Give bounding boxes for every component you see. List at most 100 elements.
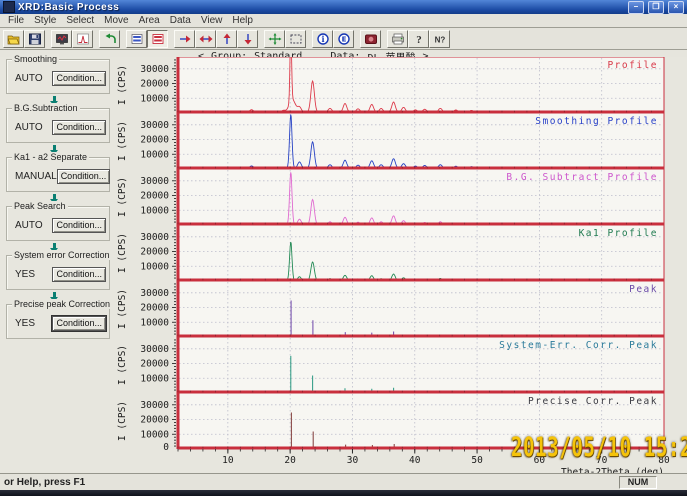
svg-text:30: 30 xyxy=(347,455,359,466)
help-icon[interactable]: ? xyxy=(408,30,429,48)
chart-panel-1: 100002000030000I (CPS)Profile xyxy=(117,57,664,113)
svg-text:20: 20 xyxy=(284,455,296,466)
svg-text:10000: 10000 xyxy=(140,317,169,328)
photo-edge-strip xyxy=(0,490,687,496)
svg-text:30000: 30000 xyxy=(140,344,169,355)
svg-text:10000: 10000 xyxy=(140,373,169,384)
toolbar-group xyxy=(360,30,381,48)
execute-icon[interactable]: E xyxy=(333,30,354,48)
svg-text:10000: 10000 xyxy=(140,261,169,272)
svg-text:20000: 20000 xyxy=(140,247,169,258)
main-area: SmoothingAUTOCondition...B.G.Subtraction… xyxy=(0,57,687,474)
svg-text:I (CPS): I (CPS) xyxy=(117,65,128,105)
svg-text:10000: 10000 xyxy=(140,93,169,104)
step-mode-value: AUTO xyxy=(15,220,43,231)
peak-profile-icon[interactable] xyxy=(72,30,93,48)
condition-button[interactable]: Condition... xyxy=(52,71,106,86)
svg-text:30000: 30000 xyxy=(140,400,169,411)
menu-item-move[interactable]: Move xyxy=(101,15,135,26)
toolbar-group: iE xyxy=(312,30,354,48)
svg-text:?: ? xyxy=(416,34,422,45)
frame-single-icon[interactable] xyxy=(126,30,147,48)
svg-text:i: i xyxy=(321,33,324,43)
arrow-right-icon[interactable] xyxy=(174,30,195,48)
app-icon xyxy=(3,1,15,13)
menu-item-file[interactable]: File xyxy=(5,15,31,26)
svg-text:50: 50 xyxy=(471,455,483,466)
svg-text:I (CPS): I (CPS) xyxy=(117,401,128,441)
menu-item-select[interactable]: Select xyxy=(63,15,101,26)
step-mode-value: YES xyxy=(15,269,35,280)
svg-text:10000: 10000 xyxy=(140,429,169,440)
svg-text:I (CPS): I (CPS) xyxy=(117,289,128,329)
arrow-down-icon[interactable] xyxy=(237,30,258,48)
panel-label-7: Precise Corr. Peak xyxy=(528,396,658,407)
condition-button[interactable]: Condition... xyxy=(52,267,106,282)
menu-bar: FileStyleSelectMoveAreaDataViewHelp xyxy=(0,14,687,28)
step-title: System error Correction xyxy=(12,250,112,260)
svg-text:I (CPS): I (CPS) xyxy=(117,121,128,161)
menu-item-area[interactable]: Area xyxy=(136,15,167,26)
context-help-icon[interactable]: N? xyxy=(429,30,450,48)
restore-button[interactable]: ❐ xyxy=(648,1,664,14)
svg-text:30000: 30000 xyxy=(140,176,169,187)
svg-text:20000: 20000 xyxy=(140,135,169,146)
print-icon[interactable] xyxy=(387,30,408,48)
arrow-up-icon[interactable] xyxy=(216,30,237,48)
process-step: Precise peak CorrectionYESCondition... xyxy=(6,304,110,339)
undo-icon[interactable] xyxy=(99,30,120,48)
chart-panel-6: 100002000030000I (CPS)System-Err. Corr. … xyxy=(117,337,664,393)
chart-area: 100002000030000I (CPS)Profile10000200003… xyxy=(112,57,672,482)
camera-timestamp-overlay: 2013/05/10 15:2 xyxy=(511,432,687,463)
zoom-rect-icon[interactable] xyxy=(285,30,306,48)
minimize-button[interactable]: – xyxy=(628,1,644,14)
step-title: Peak Search xyxy=(12,201,68,211)
condition-button[interactable]: Condition... xyxy=(52,218,106,233)
chart-panel-5: 10000 20000 30000 I (CPS) Peak xyxy=(117,281,664,337)
info-icon[interactable]: i xyxy=(312,30,333,48)
svg-text:20000: 20000 xyxy=(140,303,169,314)
svg-text:I (CPS): I (CPS) xyxy=(117,177,128,217)
svg-text:I (CPS): I (CPS) xyxy=(117,233,128,273)
status-message: or Help, press F1 xyxy=(4,477,619,488)
menu-item-help[interactable]: Help xyxy=(229,15,260,26)
pan-icon[interactable] xyxy=(264,30,285,48)
svg-text:N?: N? xyxy=(434,35,445,44)
menu-item-style[interactable]: Style xyxy=(31,15,63,26)
menu-item-view[interactable]: View xyxy=(198,15,230,26)
menu-item-data[interactable]: Data xyxy=(167,15,198,26)
close-button[interactable]: × xyxy=(668,1,684,14)
step-mode-value: MANUAL xyxy=(15,171,57,182)
step-title: Ka1 - a2 Separate xyxy=(12,152,89,162)
toolbar-group xyxy=(51,30,93,48)
chart-svg: 100002000030000I (CPS)Profile10000200003… xyxy=(112,57,672,477)
svg-text:30000: 30000 xyxy=(140,232,169,243)
svg-text:E: E xyxy=(341,35,346,43)
svg-text:40: 40 xyxy=(409,455,421,466)
step-mode-value: AUTO xyxy=(15,122,43,133)
snapshot-icon[interactable] xyxy=(360,30,381,48)
condition-button[interactable]: Condition... xyxy=(52,316,106,331)
toolbar-group xyxy=(174,30,258,48)
arrow-span-icon[interactable] xyxy=(195,30,216,48)
title-bar: XRD:Basic Process – ❐ × xyxy=(0,0,687,14)
svg-text:30000: 30000 xyxy=(140,288,169,299)
frame-multi-icon[interactable] xyxy=(147,30,168,48)
open-icon[interactable] xyxy=(3,30,24,48)
window-title: XRD:Basic Process xyxy=(18,2,624,13)
toolbar-group xyxy=(126,30,168,48)
condition-button[interactable]: Condition... xyxy=(52,120,106,135)
chart-panel-2: 100002000030000I (CPS)Smoothing Profile xyxy=(117,113,664,169)
svg-text:30000: 30000 xyxy=(140,64,169,75)
step-title: Smoothing xyxy=(12,54,59,64)
condition-button[interactable]: Condition... xyxy=(57,169,111,184)
save-icon[interactable] xyxy=(24,30,45,48)
process-step: System error CorrectionYESCondition... xyxy=(6,255,110,290)
panel-label-5: Peak xyxy=(629,284,658,295)
display-icon[interactable] xyxy=(51,30,72,48)
process-step: SmoothingAUTOCondition... xyxy=(6,59,110,94)
num-lock-indicator: NUM xyxy=(619,476,657,489)
chart-panel-4: 100002000030000I (CPS)Ka1 Profile xyxy=(117,225,664,281)
chart-panel-3: 100002000030000I (CPS)B.G. Subtract Prof… xyxy=(117,169,664,225)
svg-text:20000: 20000 xyxy=(140,79,169,90)
